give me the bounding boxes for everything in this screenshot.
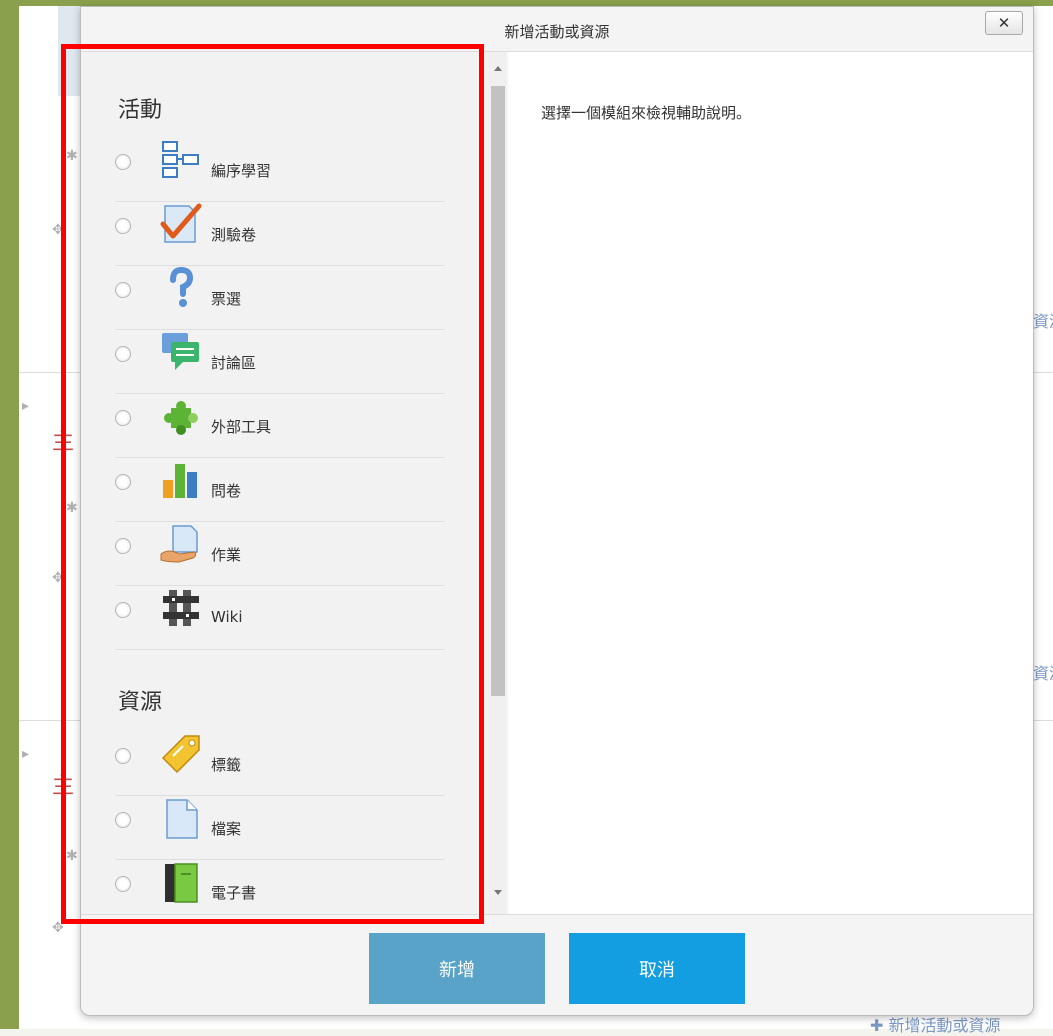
option-assignment[interactable]: 作業 <box>115 522 445 586</box>
background-divider <box>19 372 80 373</box>
quiz-label: 測驗卷 <box>211 226 257 244</box>
background-section-heading: 主 <box>52 774 75 799</box>
file-label: 檔案 <box>211 820 242 838</box>
option-survey[interactable]: 問卷 <box>115 458 445 522</box>
option-forum[interactable]: 討論區 <box>115 330 445 394</box>
background-add-link-partial[interactable]: 資源 <box>1033 660 1053 684</box>
option-label[interactable]: 標籤 <box>115 732 445 796</box>
external-tool-radio[interactable] <box>115 410 131 426</box>
file-radio[interactable] <box>115 812 131 828</box>
option-external-tool[interactable]: 外部工具 <box>115 394 445 458</box>
background-divider <box>1032 720 1053 721</box>
module-list: 活動 編序學習 測驗卷 票選 討論區 外部工具 問卷 作業 Wiki 資源 標籤… <box>81 52 507 914</box>
option-quiz[interactable]: 測驗卷 <box>115 202 445 266</box>
resources-heading: 資源 <box>118 690 163 715</box>
background-gear-icon: ✱ <box>66 848 78 864</box>
survey-label: 問卷 <box>211 482 242 500</box>
option-lesson[interactable]: 編序學習 <box>115 138 445 202</box>
background-divider <box>19 720 80 721</box>
background-move-icon: ✥ <box>52 570 64 586</box>
option-choice[interactable]: 票選 <box>115 266 445 330</box>
file-icon <box>166 799 198 839</box>
wiki-label: Wiki <box>211 608 243 626</box>
forum-label: 討論區 <box>211 354 257 372</box>
background-add-activity-link-label: 新增活動或資源 <box>888 1016 1001 1035</box>
quiz-radio[interactable] <box>115 218 131 234</box>
dialog-footer: 新增 取消 <box>81 914 1033 1015</box>
option-book[interactable]: 電子書 <box>115 860 445 914</box>
background-arrow-icon: ▸ <box>22 398 30 414</box>
assignment-label: 作業 <box>211 546 242 564</box>
background-move-icon: ✥ <box>52 920 64 936</box>
scrollbar-thumb[interactable] <box>491 86 505 696</box>
choice-radio[interactable] <box>115 282 131 298</box>
background-move-icon: ✥ <box>52 222 64 238</box>
option-file[interactable]: 檔案 <box>115 796 445 860</box>
add-activity-dialog: 新增活動或資源 ✕ 活動 編序學習 測驗卷 票選 討論區 外部工具 問卷 作業 … <box>80 6 1034 1016</box>
wiki-radio[interactable] <box>115 602 131 618</box>
scroll-down-arrow-icon[interactable] <box>494 890 502 895</box>
label-label: 標籤 <box>211 756 242 774</box>
lesson-icon <box>162 141 199 178</box>
assignment-icon <box>160 525 198 563</box>
background-divider <box>1032 372 1053 373</box>
background-gear-icon: ✱ <box>66 500 78 516</box>
external-tool-label: 外部工具 <box>211 418 272 436</box>
book-label: 電子書 <box>211 884 257 902</box>
label-radio[interactable] <box>115 748 131 764</box>
option-wiki[interactable]: Wiki <box>115 586 445 650</box>
forum-icon <box>162 333 199 370</box>
book-icon <box>165 863 198 903</box>
forum-radio[interactable] <box>115 346 131 362</box>
background-section-heading: 主 <box>52 430 75 455</box>
activities-heading: 活動 <box>118 98 163 123</box>
scroll-up-arrow-icon[interactable] <box>494 66 502 71</box>
external-tool-icon <box>164 401 198 435</box>
assignment-radio[interactable] <box>115 538 131 554</box>
dialog-header: 新增活動或資源 ✕ <box>81 7 1033 52</box>
module-help-pane: 選擇一個模組來檢視輔助說明。 <box>509 52 1033 914</box>
add-button[interactable]: 新增 <box>369 933 545 1004</box>
lesson-label: 編序學習 <box>211 162 272 180</box>
help-text: 選擇一個模組來檢視輔助說明。 <box>541 104 752 122</box>
background-header-strip <box>58 6 80 96</box>
module-list-scrollbar[interactable] <box>489 52 507 914</box>
background-arrow-icon: ▸ <box>22 746 30 762</box>
survey-radio[interactable] <box>115 474 131 490</box>
quiz-icon <box>160 203 202 243</box>
wiki-icon <box>163 590 199 626</box>
lesson-radio[interactable] <box>115 154 131 170</box>
close-button[interactable]: ✕ <box>985 11 1023 35</box>
book-radio[interactable] <box>115 876 131 892</box>
background-add-link-partial[interactable]: 資源 <box>1033 308 1053 332</box>
choice-label: 票選 <box>211 290 242 308</box>
background-gear-icon: ✱ <box>66 148 78 164</box>
cancel-button[interactable]: 取消 <box>569 933 745 1004</box>
dialog-title: 新增活動或資源 <box>504 23 610 41</box>
survey-icon <box>163 464 197 498</box>
choice-icon <box>170 266 194 307</box>
label-icon <box>161 735 200 774</box>
